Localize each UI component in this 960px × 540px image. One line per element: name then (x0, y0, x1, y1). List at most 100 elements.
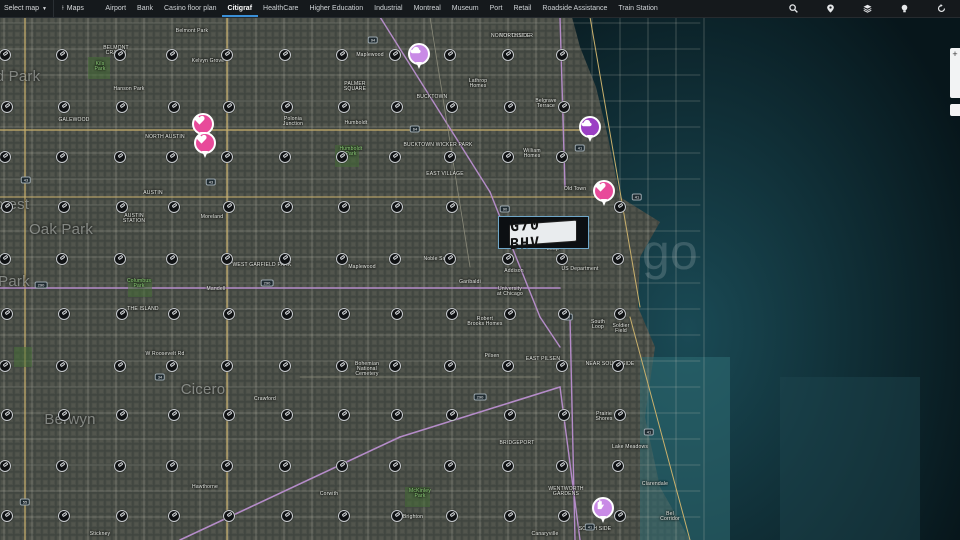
camera-marker[interactable] (279, 253, 291, 265)
camera-marker[interactable] (116, 308, 128, 320)
camera-marker[interactable] (612, 253, 624, 265)
camera-marker[interactable] (168, 201, 180, 213)
search-button[interactable] (775, 0, 812, 17)
camera-marker[interactable] (1, 101, 13, 113)
camera-marker[interactable] (336, 49, 348, 61)
camera-marker[interactable] (166, 360, 178, 372)
camera-marker[interactable] (391, 409, 403, 421)
maps-button[interactable]: ⍿ Maps (52, 0, 92, 17)
camera-marker[interactable] (279, 460, 291, 472)
tab-retail[interactable]: Retail (508, 0, 537, 17)
camera-marker[interactable] (56, 460, 68, 472)
camera-marker[interactable] (114, 253, 126, 265)
camera-marker[interactable] (279, 360, 291, 372)
camera-marker[interactable] (558, 101, 570, 113)
camera-marker[interactable] (58, 510, 70, 522)
zoom-out-control[interactable] (950, 104, 960, 116)
camera-marker[interactable] (221, 151, 233, 163)
camera-marker[interactable] (1, 409, 13, 421)
tab-casino-floor-plan[interactable]: Casino floor plan (159, 0, 223, 17)
camera-marker[interactable] (168, 101, 180, 113)
camera-marker[interactable] (556, 151, 568, 163)
camera-marker[interactable] (556, 460, 568, 472)
tab-port[interactable]: Port (484, 0, 508, 17)
alert-marker[interactable] (408, 43, 430, 73)
camera-marker[interactable] (58, 308, 70, 320)
camera-marker[interactable] (166, 460, 178, 472)
camera-marker[interactable] (558, 308, 570, 320)
camera-marker[interactable] (504, 101, 516, 113)
camera-marker[interactable] (114, 151, 126, 163)
select-map-dropdown[interactable]: Select map ▼ (0, 0, 53, 17)
camera-marker[interactable] (281, 101, 293, 113)
camera-marker[interactable] (168, 510, 180, 522)
camera-marker[interactable] (556, 253, 568, 265)
camera-marker[interactable] (1, 308, 13, 320)
camera-marker[interactable] (504, 308, 516, 320)
camera-marker[interactable] (58, 201, 70, 213)
camera-marker[interactable] (446, 510, 458, 522)
compass-control[interactable] (950, 84, 960, 98)
camera-marker[interactable] (221, 253, 233, 265)
camera-marker[interactable] (114, 360, 126, 372)
alert-marker[interactable] (194, 132, 216, 162)
camera-marker[interactable] (223, 409, 235, 421)
camera-marker[interactable] (338, 308, 350, 320)
camera-marker[interactable] (56, 151, 68, 163)
camera-marker[interactable] (58, 101, 70, 113)
camera-marker[interactable] (114, 460, 126, 472)
camera-marker[interactable] (446, 101, 458, 113)
tab-train-station[interactable]: Train Station (613, 0, 663, 17)
camera-marker[interactable] (391, 308, 403, 320)
camera-marker[interactable] (389, 49, 401, 61)
tab-airport[interactable]: Airport (100, 0, 132, 17)
camera-marker[interactable] (223, 201, 235, 213)
camera-marker[interactable] (166, 253, 178, 265)
zoom-in-icon[interactable]: + (952, 48, 957, 60)
camera-marker[interactable] (558, 409, 570, 421)
camera-marker[interactable] (116, 201, 128, 213)
tab-healthcare[interactable]: HealthCare (258, 0, 304, 17)
camera-marker[interactable] (223, 308, 235, 320)
tab-museum[interactable]: Museum (446, 0, 484, 17)
camera-marker[interactable] (166, 151, 178, 163)
camera-marker[interactable] (1, 201, 13, 213)
tab-montreal[interactable]: Montreal (408, 0, 446, 17)
camera-marker[interactable] (223, 101, 235, 113)
camera-marker[interactable] (556, 360, 568, 372)
camera-marker[interactable] (56, 49, 68, 61)
camera-marker[interactable] (116, 409, 128, 421)
camera-marker[interactable] (389, 460, 401, 472)
camera-marker[interactable] (391, 510, 403, 522)
camera-marker[interactable] (556, 49, 568, 61)
camera-marker[interactable] (614, 409, 626, 421)
camera-marker[interactable] (114, 49, 126, 61)
camera-marker[interactable] (504, 409, 516, 421)
camera-marker[interactable] (166, 49, 178, 61)
camera-marker[interactable] (614, 308, 626, 320)
camera-marker[interactable] (446, 308, 458, 320)
alert-marker[interactable] (593, 180, 615, 210)
camera-marker[interactable] (338, 101, 350, 113)
camera-marker[interactable] (1, 510, 13, 522)
camera-marker[interactable] (389, 360, 401, 372)
camera-marker[interactable] (389, 151, 401, 163)
tab-higher-education[interactable]: Higher Education (304, 0, 369, 17)
camera-marker[interactable] (391, 101, 403, 113)
camera-marker[interactable] (336, 460, 348, 472)
camera-marker[interactable] (279, 49, 291, 61)
camera-marker[interactable] (279, 151, 291, 163)
tab-citigraf[interactable]: Citigraf (222, 0, 258, 17)
camera-marker[interactable] (446, 409, 458, 421)
camera-marker[interactable] (614, 510, 626, 522)
camera-marker[interactable] (444, 49, 456, 61)
layers-button[interactable] (849, 0, 886, 17)
bulb-button[interactable] (886, 0, 923, 17)
camera-marker[interactable] (391, 201, 403, 213)
location-button[interactable] (812, 0, 849, 17)
camera-marker[interactable] (116, 510, 128, 522)
camera-marker[interactable] (221, 49, 233, 61)
camera-marker[interactable] (116, 101, 128, 113)
camera-marker[interactable] (444, 151, 456, 163)
camera-marker[interactable] (281, 409, 293, 421)
